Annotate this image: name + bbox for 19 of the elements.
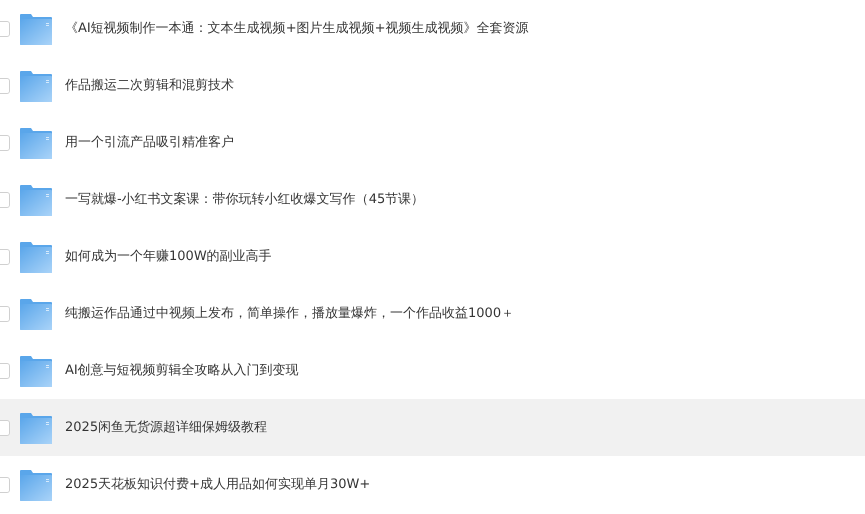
folder-icon [20,12,52,44]
file-name[interactable]: 2025天花板知识付费+成人用品如何实现单月30W+ [65,474,370,494]
file-name[interactable]: 用一个引流产品吸引精准客户 [65,132,234,152]
file-name[interactable]: 一写就爆-小红书文案课：带你玩转小红收爆文写作（45节课） [65,190,424,210]
folder-icon [20,412,52,444]
folder-icon [20,240,52,272]
file-name[interactable]: AI创意与短视频剪辑全攻略从入门到变现 [65,360,299,380]
folder-icon [20,354,52,386]
folder-icon [20,468,52,500]
file-name[interactable]: 作品搬运二次剪辑和混剪技术 [65,76,234,96]
folder-icon [20,298,52,330]
file-row[interactable]: 2025闲鱼无货源超详细保姆级教程 [0,399,865,456]
file-name[interactable]: 2025闲鱼无货源超详细保姆级教程 [65,418,268,438]
folder-icon [20,126,52,158]
file-name[interactable]: 《AI短视频制作一本通：文本生成视频+图片生成视频+视频生成视频》全套资源 [65,18,529,38]
folder-icon [20,70,52,102]
file-name[interactable]: 如何成为一个年赚100W的副业高手 [65,246,272,266]
file-name[interactable]: 纯搬运作品通过中视频上发布，简单操作，播放量爆炸，一个作品收益1000＋ [65,304,514,324]
folder-icon [20,184,52,216]
